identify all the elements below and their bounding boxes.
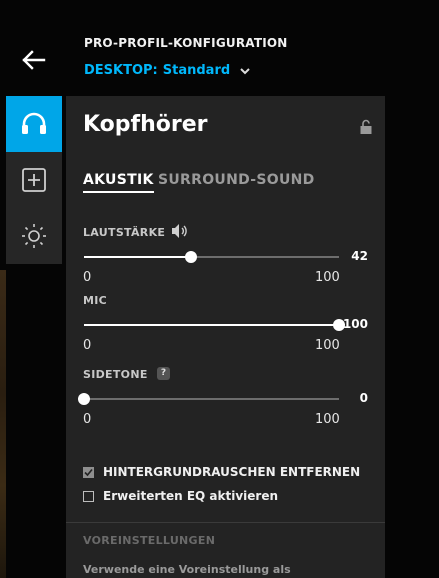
- arrow-left-icon: [22, 50, 46, 70]
- mic-slider-fill: [84, 324, 339, 326]
- sidetone-label: SIDETONE: [83, 368, 148, 381]
- tab-akustik[interactable]: AKUSTIK: [83, 172, 154, 193]
- background-art-strip: [0, 270, 6, 578]
- sidetone-max: 100: [315, 412, 340, 427]
- help-icon[interactable]: ?: [157, 367, 170, 380]
- volume-value: 42: [351, 249, 368, 263]
- sidebar-item-lighting[interactable]: [6, 208, 62, 264]
- mic-slider[interactable]: [84, 319, 345, 331]
- mic-value: 100: [342, 317, 368, 331]
- checkbox-box[interactable]: [83, 466, 94, 478]
- chevron-down-icon: [240, 67, 250, 74]
- noise-removal-checkbox[interactable]: HINTERGRUNDRAUSCHEN ENTFERNEN: [83, 465, 360, 479]
- mic-label: MIC: [83, 294, 108, 307]
- sidetone-slider[interactable]: [78, 393, 339, 405]
- sidebar-item-add[interactable]: [6, 152, 62, 208]
- speaker-icon: [172, 224, 187, 238]
- checkbox-box[interactable]: [83, 490, 94, 502]
- volume-label: LAUTSTÄRKE: [83, 226, 166, 239]
- presets-heading: VOREINSTELLUNGEN: [83, 534, 216, 547]
- sidetone-min: 0: [83, 412, 92, 427]
- checkbox-label: Erweiterten EQ aktivieren: [103, 489, 279, 503]
- headset-settings-panel: Kopfhörer AKUSTIK SURROUND-SOUND LAUTSTÄ…: [66, 96, 385, 578]
- checkmark-icon: [84, 468, 93, 476]
- profile-selector[interactable]: DESKTOP: Standard: [84, 63, 251, 78]
- headphones-icon: [22, 112, 46, 134]
- volume-slider-thumb[interactable]: [185, 251, 198, 263]
- mic-min: 0: [83, 338, 92, 353]
- divider: [66, 522, 385, 523]
- sidetone-slider-thumb[interactable]: [78, 393, 90, 405]
- volume-max: 100: [315, 270, 340, 285]
- checkbox-label: HINTERGRUNDRAUSCHEN ENTFERNEN: [103, 465, 361, 479]
- sidetone-value: 0: [359, 391, 368, 405]
- profile-prefix: DESKTOP:: [84, 63, 158, 78]
- page-title: PRO-PROFIL-KONFIGURATION: [84, 36, 288, 50]
- mic-max: 100: [315, 338, 340, 353]
- back-button[interactable]: [20, 48, 48, 72]
- volume-slider[interactable]: [84, 251, 339, 263]
- volume-min: 0: [83, 270, 92, 285]
- tab-surround-sound[interactable]: SURROUND-SOUND: [158, 172, 315, 188]
- sidebar-item-headphones[interactable]: [6, 96, 62, 152]
- add-icon: [22, 168, 46, 192]
- advanced-eq-checkbox[interactable]: Erweiterten EQ aktivieren: [83, 489, 278, 503]
- lighting-icon: [22, 224, 46, 248]
- sidebar: [6, 96, 62, 264]
- panel-title: Kopfhörer: [83, 112, 208, 137]
- volume-slider-fill: [84, 256, 192, 258]
- lock-icon[interactable]: [359, 119, 373, 135]
- presets-description: Verwende eine Voreinstellung als: [83, 563, 291, 576]
- profile-name: Standard: [162, 63, 231, 78]
